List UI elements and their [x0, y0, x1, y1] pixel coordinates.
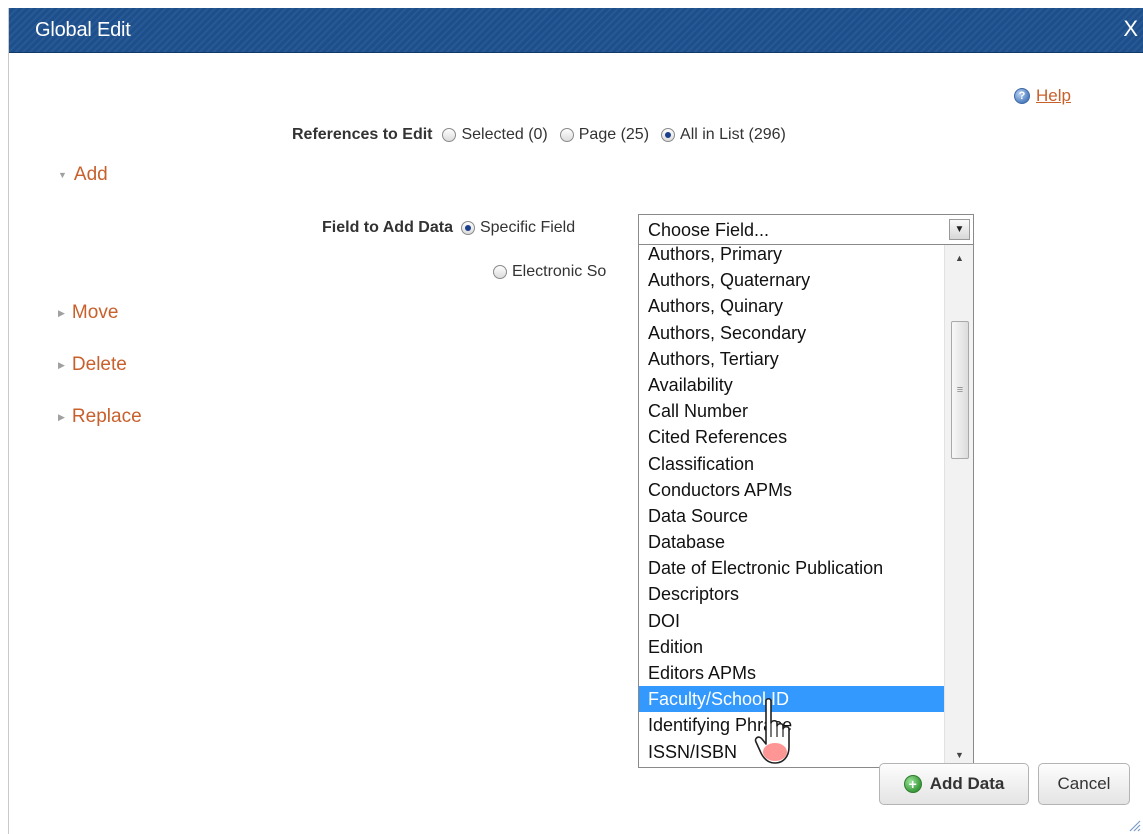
- radio-all-in-list[interactable]: [661, 128, 676, 142]
- field-select-value: Choose Field...: [648, 220, 770, 240]
- dropdown-option[interactable]: Editors APMs: [639, 660, 944, 686]
- radio-page[interactable]: [559, 128, 574, 142]
- specific-field-label: Specific Field: [479, 219, 576, 236]
- dropdown-option[interactable]: Descriptors: [639, 581, 944, 607]
- section-delete-label: Delete: [71, 354, 127, 375]
- electronic-source-row: Electronic So: [489, 263, 649, 281]
- close-icon[interactable]: X: [1123, 16, 1138, 42]
- cancel-button[interactable]: Cancel: [1038, 763, 1130, 805]
- dropdown-option[interactable]: Call Number: [639, 398, 944, 424]
- section-add-label: Add: [73, 164, 108, 185]
- section-replace-label: Replace: [71, 406, 142, 427]
- section-move-label: Move: [71, 302, 119, 323]
- section-add[interactable]: ▼ Add: [58, 164, 108, 186]
- dropdown-option[interactable]: Database: [639, 529, 944, 555]
- dropdown-option[interactable]: DOI: [639, 608, 944, 634]
- add-data-label: Add Data: [929, 774, 1005, 793]
- radio-selected[interactable]: [442, 128, 457, 142]
- dropdown-option[interactable]: Edition: [639, 634, 944, 660]
- dropdown-option[interactable]: Cited References: [639, 424, 944, 450]
- collapsed-triangle-icon: ▶: [58, 307, 65, 318]
- dropdown-option[interactable]: Authors, Quinary: [639, 293, 944, 319]
- section-move[interactable]: ▶ Move: [58, 302, 118, 324]
- scroll-down-arrow-icon[interactable]: ▼: [945, 745, 973, 765]
- dropdown-option[interactable]: Authors, Tertiary: [639, 346, 944, 372]
- dropdown-options: Authors, Primary Authors, Quaternary Autho…: [639, 245, 944, 765]
- help-link[interactable]: Help: [1036, 86, 1071, 106]
- expanded-triangle-icon: ▼: [58, 170, 67, 180]
- dropdown-option[interactable]: Authors, Primary: [639, 245, 944, 267]
- help-link-group[interactable]: ? Help: [1014, 86, 1071, 106]
- dialog-titlebar[interactable]: Global Edit X: [9, 8, 1143, 53]
- dropdown-scrollbar[interactable]: ▲ ≡ ▼: [944, 245, 973, 767]
- radio-specific-field[interactable]: [460, 221, 475, 235]
- dropdown-option[interactable]: Date of Electronic Publication: [639, 555, 944, 581]
- dropdown-option[interactable]: Availability: [639, 372, 944, 398]
- field-dropdown-list[interactable]: Authors, Primary Authors, Quaternary Autho…: [638, 244, 974, 768]
- section-replace[interactable]: ▶ Replace: [58, 406, 142, 428]
- resize-grip-icon[interactable]: [1127, 818, 1141, 832]
- add-data-button[interactable]: + Add Data: [879, 763, 1029, 805]
- field-to-add-label: Field to Add Data: [322, 219, 453, 236]
- option-all-label: All in List (296): [680, 126, 786, 143]
- dialog-title: Global Edit: [35, 19, 131, 41]
- dropdown-option[interactable]: Classification: [639, 451, 944, 477]
- field-to-add-row: Field to Add Data Specific Field: [322, 219, 575, 237]
- help-icon: ?: [1014, 88, 1030, 104]
- scroll-up-arrow-icon[interactable]: ▲: [945, 248, 973, 268]
- plus-icon: +: [903, 775, 922, 793]
- section-delete[interactable]: ▶ Delete: [58, 354, 127, 376]
- electronic-source-label: Electronic So: [512, 263, 607, 280]
- dropdown-option[interactable]: Data Source: [639, 503, 944, 529]
- dropdown-option[interactable]: Authors, Quaternary: [639, 267, 944, 293]
- collapsed-triangle-icon: ▶: [58, 411, 65, 422]
- dropdown-option[interactable]: Conductors APMs: [639, 477, 944, 503]
- chevron-down-icon[interactable]: ▼: [949, 219, 970, 240]
- references-to-edit-row: References to Edit Selected (0) Page (25…: [292, 126, 794, 144]
- scrollbar-thumb[interactable]: ≡: [951, 321, 969, 459]
- dropdown-option[interactable]: Authors, Secondary: [639, 320, 944, 346]
- hand-pointer-cursor-icon: [754, 697, 790, 764]
- radio-electronic-source[interactable]: [493, 265, 507, 279]
- references-label: References to Edit: [292, 126, 433, 143]
- option-page-label: Page (25): [578, 126, 650, 143]
- collapsed-triangle-icon: ▶: [58, 359, 65, 370]
- field-select[interactable]: Choose Field... ▼: [638, 214, 974, 245]
- cancel-label: Cancel: [1057, 774, 1111, 793]
- option-selected-label: Selected (0): [461, 126, 548, 143]
